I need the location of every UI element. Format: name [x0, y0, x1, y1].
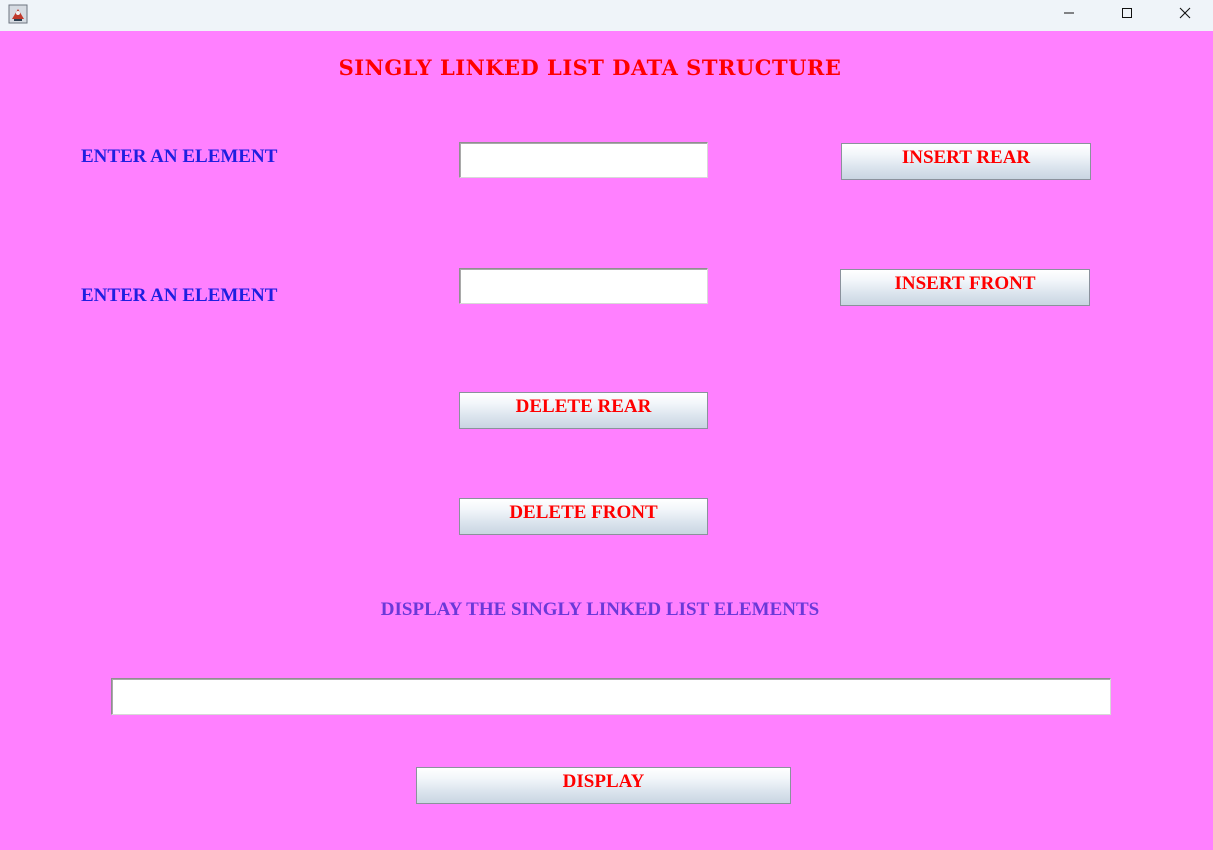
- insert-front-button[interactable]: INSERT FRONT: [840, 269, 1090, 306]
- display-button[interactable]: DISPLAY: [416, 767, 791, 804]
- main-panel: SINGLY LINKED LIST DATA STRUCTURE ENTER …: [0, 31, 1213, 850]
- close-icon: [1179, 7, 1191, 18]
- display-output-field[interactable]: [111, 678, 1111, 715]
- insert-rear-element-label: ENTER AN ELEMENT: [81, 146, 278, 167]
- delete-front-button[interactable]: DELETE FRONT: [459, 498, 708, 535]
- delete-rear-button[interactable]: DELETE REAR: [459, 392, 708, 429]
- maximize-icon: [1122, 7, 1132, 18]
- java-app-icon: [8, 4, 28, 24]
- maximize-button[interactable]: [1098, 0, 1156, 25]
- insert-rear-input[interactable]: [459, 142, 708, 178]
- close-button[interactable]: [1156, 0, 1213, 25]
- minimize-icon: [1064, 12, 1074, 13]
- page-title: SINGLY LINKED LIST DATA STRUCTURE: [338, 55, 842, 80]
- minimize-button[interactable]: [1040, 0, 1098, 25]
- display-section-label: DISPLAY THE SINGLY LINKED LIST ELEMENTS: [380, 599, 820, 620]
- insert-rear-button[interactable]: INSERT REAR: [841, 143, 1091, 180]
- window-titlebar: [0, 0, 1213, 31]
- insert-front-element-label: ENTER AN ELEMENT: [81, 285, 278, 306]
- insert-front-input[interactable]: [459, 268, 708, 304]
